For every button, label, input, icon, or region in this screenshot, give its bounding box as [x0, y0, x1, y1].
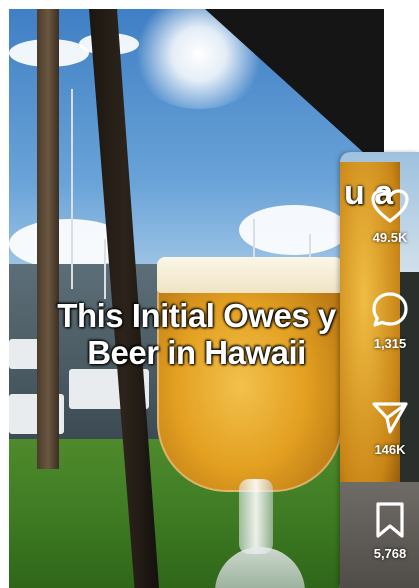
heart-icon [371, 189, 409, 223]
next-video-card[interactable]: u a 49.5K 1,315 146K 5,768 [340, 152, 419, 588]
caption-line-2: Beer in Hawaii [87, 334, 306, 371]
comment-count: 1,315 [373, 336, 407, 351]
share-count: 146K [374, 442, 406, 457]
like-count: 49.5K [372, 230, 408, 245]
share-icon [372, 402, 408, 434]
cloud [239, 205, 349, 255]
video-caption: This Initial Owes y Beer in Hawaii [9, 297, 384, 371]
share-button[interactable]: 146K [361, 398, 419, 457]
caption-line-1: This Initial Owes y [57, 297, 336, 334]
like-button[interactable]: 49.5K [361, 188, 419, 245]
save-count: 5,768 [373, 546, 407, 561]
comment-icon [372, 292, 408, 327]
glass-stem [239, 479, 273, 554]
boat-mast [104, 239, 106, 299]
boat-mast [71, 89, 73, 289]
beer-foam [157, 257, 343, 293]
bookmark-icon [376, 502, 404, 538]
wooden-pole [37, 9, 59, 469]
video-player[interactable]: This Initial Owes y Beer in Hawaii [9, 9, 384, 588]
save-button[interactable]: 5,768 [361, 500, 419, 561]
comment-button[interactable]: 1,315 [361, 290, 419, 351]
